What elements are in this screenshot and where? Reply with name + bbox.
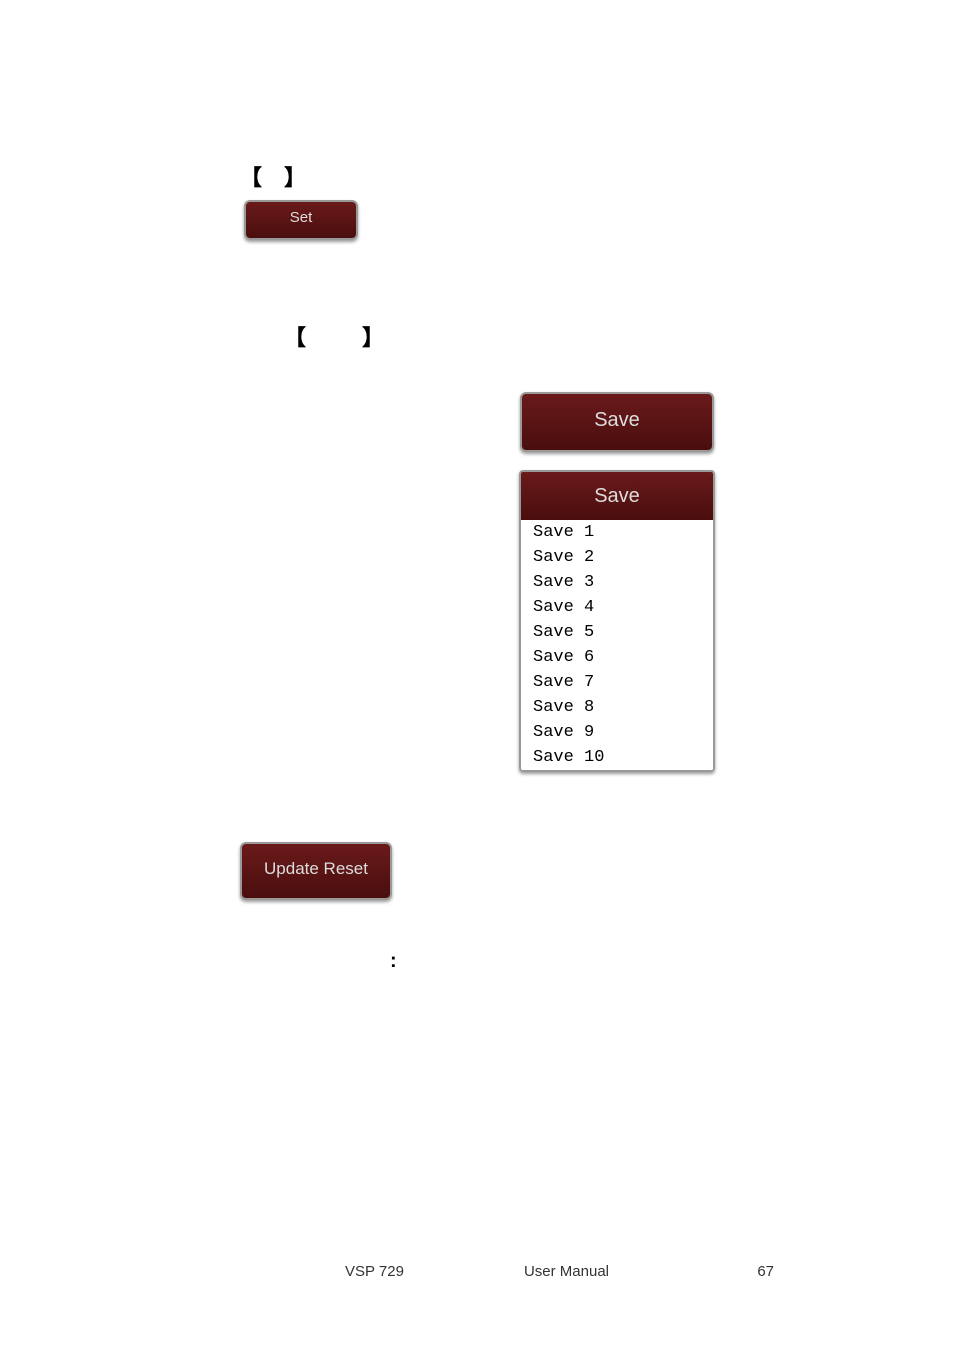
save-dropdown-item[interactable]: Save 5 [521,620,713,645]
save-dropdown-item[interactable]: Save 10 [521,745,713,770]
bracket-left-2: 【 [284,320,306,352]
bracket-left-1: 【 [240,160,262,192]
set-button[interactable]: Set [244,200,358,240]
save-dropdown-item[interactable]: Save 3 [521,570,713,595]
save-dropdown-item[interactable]: Save 8 [521,695,713,720]
save-dropdown-item[interactable]: Save 6 [521,645,713,670]
bracket-right-1: 】 [284,160,306,192]
save-button[interactable]: Save [520,392,714,452]
save-dropdown-item[interactable]: Save 2 [521,545,713,570]
save-dropdown-header: Save [521,472,713,520]
bracket-right-2: 】 [362,320,384,352]
save-dropdown-item[interactable]: Save 9 [521,720,713,745]
save-dropdown-item[interactable]: Save 7 [521,670,713,695]
save-dropdown[interactable]: Save Save 1 Save 2 Save 3 Save 4 Save 5 … [519,470,715,772]
footer-product: VSP 729 [345,1263,404,1280]
save-dropdown-item[interactable]: Save 1 [521,520,713,545]
colon-text: : [390,950,397,972]
footer-page-number: 67 [757,1263,774,1280]
footer-title: User Manual [524,1263,609,1280]
update-reset-button[interactable]: Update Reset [240,842,392,900]
save-dropdown-item[interactable]: Save 4 [521,595,713,620]
